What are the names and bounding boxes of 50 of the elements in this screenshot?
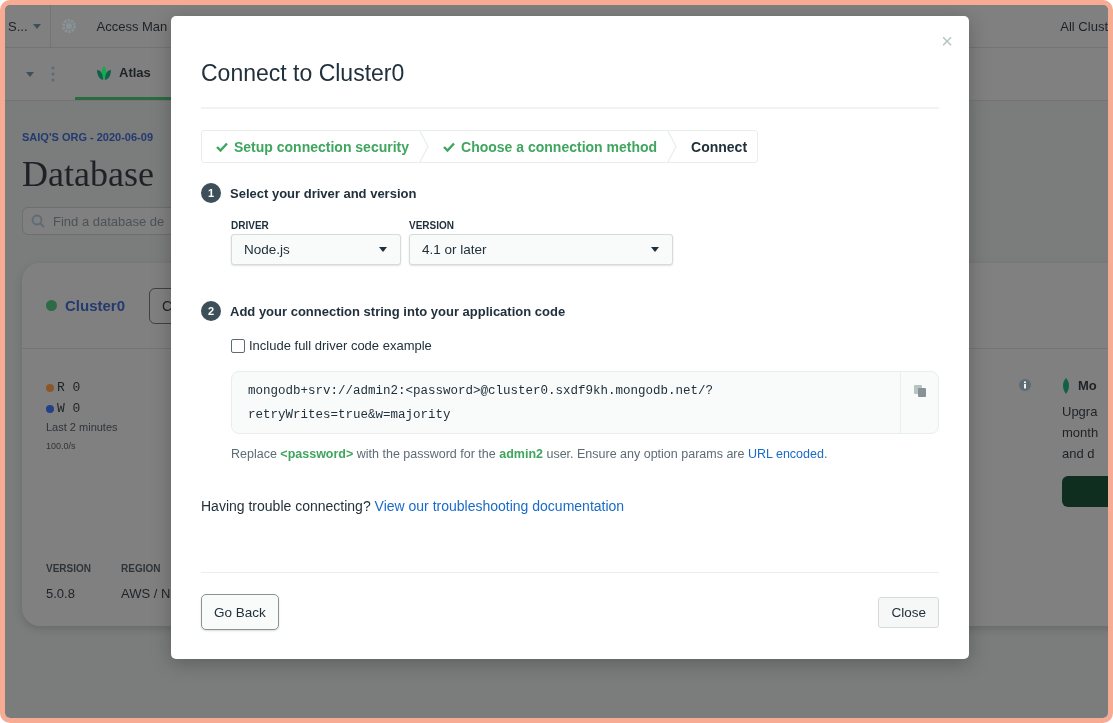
code-line: retryWrites=true&w=majority [248, 407, 452, 424]
copy-icon [912, 384, 927, 398]
dialog-title: Connect to Cluster0 [201, 16, 939, 109]
more-icon [51, 66, 55, 82]
check-icon [443, 141, 456, 152]
help-text: Having trouble connecting? View our troubleshooting documentation [201, 498, 626, 514]
metric-label: W 0 [57, 401, 81, 416]
driver-select[interactable]: Node.js [231, 234, 401, 265]
detail-value: AWS / N [121, 586, 171, 601]
leaf-icon [1062, 377, 1070, 394]
metric-label: R 0 [57, 380, 81, 395]
checkbox-label[interactable]: Include full driver code example [249, 338, 432, 353]
close-button[interactable]: Close [878, 597, 939, 628]
field-label: VERSION [409, 220, 455, 231]
version-select[interactable]: 4.1 or later [409, 234, 673, 265]
section-heading: Add your connection string into your application code [230, 303, 566, 319]
instruction-text: Replace <password> with the password for the admin2 user. Ensure any option params are URL encoded. [231, 447, 829, 461]
cluster-name[interactable]: Cluster0 [65, 297, 126, 314]
project-menu[interactable]: All Clust [1060, 18, 1108, 34]
time-window: Last 2 minutes [46, 421, 1006, 433]
promo-text: month [1062, 424, 1100, 441]
back-button[interactable]: Go Back [201, 594, 279, 630]
promo-text: and d [1062, 445, 1096, 462]
page-title: Database [22, 153, 154, 195]
checkbox[interactable] [231, 338, 245, 353]
detail-label: REGION [121, 563, 162, 574]
detail-value: 5.0.8 [46, 586, 76, 601]
org-menu[interactable]: S... [5, 5, 51, 47]
caret-icon [378, 245, 388, 254]
documentation-link[interactable]: View our troubleshooting documentation [374, 498, 625, 514]
step-item[interactable]: Choose a connection method [429, 131, 668, 162]
step-number: 1 [201, 183, 221, 203]
url-encoded-link[interactable]: URL encoded [747, 447, 824, 461]
axis-label: 100.0/s [46, 441, 77, 451]
breadcrumb[interactable]: SAIQ'S ORG - 2020-06-09 [22, 131, 153, 143]
promo-title: Mo [1078, 377, 1097, 394]
promo-text: Upgra [1062, 403, 1099, 420]
step-number: 2 [201, 301, 221, 321]
detail-label: VERSION [46, 563, 91, 574]
code-line: mongodb+srv://admin2:<password>@cluster0.sxdf9kh.mongodb.net/? [248, 383, 715, 400]
field-label: DRIVER [231, 220, 270, 231]
check-icon [216, 141, 228, 152]
caret-icon [650, 245, 660, 254]
step-item[interactable]: Connect [677, 131, 758, 162]
info-icon [1019, 379, 1031, 391]
step-item[interactable]: Setup connection security [202, 131, 420, 162]
nav-item[interactable]: Access Man [96, 18, 175, 34]
section-heading: Select your driver and version [230, 185, 417, 201]
caret-icon [25, 69, 35, 79]
caret-icon [31, 21, 42, 31]
